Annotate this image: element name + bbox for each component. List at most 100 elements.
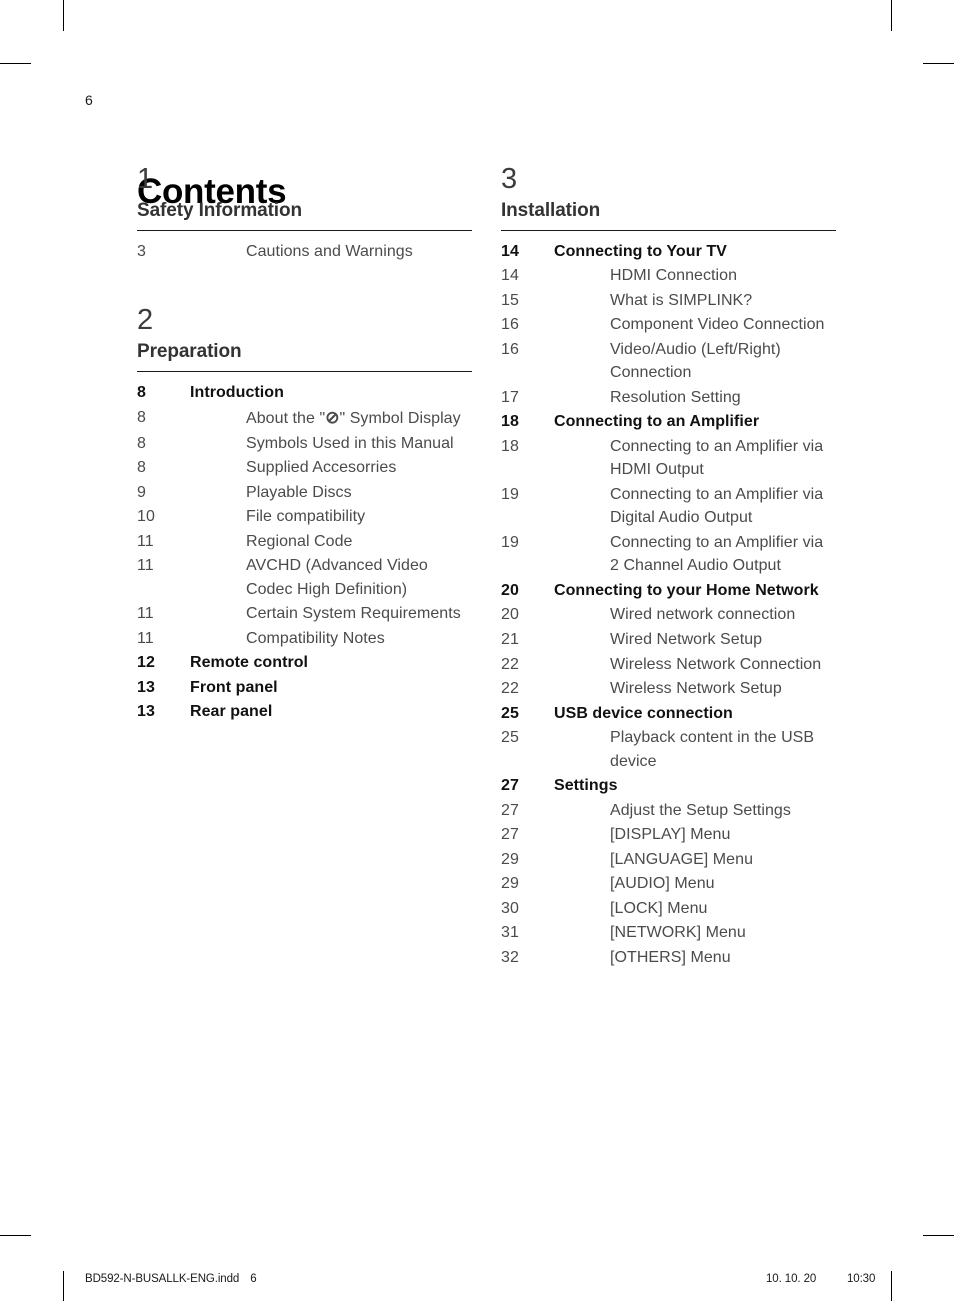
toc-entry-playable-discs[interactable]: 9 Playable Discs: [137, 481, 472, 505]
toc-entry-label: Wireless Network Setup: [610, 680, 782, 698]
toc-entry-page: 19: [501, 485, 519, 503]
toc-section-installation: 3 Installation 14 Connecting to Your TV 14 HD…: [501, 165, 836, 969]
toc-entry-page: 11: [137, 557, 154, 575]
page-folio-number: 6: [85, 92, 93, 108]
toc-column-left: 1 Safety Information 3 Cautions and Warning…: [137, 165, 472, 725]
toc-entry-label: Component Video Connection: [610, 316, 825, 334]
toc-entry-label: File compatibility: [246, 508, 366, 526]
toc-entry-connecting-to-an-amplifier-via-hdmi-outp[interactable]: 18 Connecting to an Amplifier via HDMI Ou…: [501, 435, 836, 482]
crop-mark-bottom-left-vertical: [63, 1271, 64, 1301]
toc-entry-resolution-setting[interactable]: 17 Resolution Setting: [501, 386, 836, 410]
toc-entry-wired-network-setup[interactable]: 21 Wired Network Setup: [501, 628, 836, 652]
toc-entry-page: 11: [137, 605, 154, 623]
toc-column-right: 3 Installation 14 Connecting to Your TV 14 HD…: [501, 165, 836, 970]
toc-entry-network-menu[interactable]: 31 [NETWORK] Menu: [501, 921, 836, 945]
toc-entry-label: Cautions and Warnings: [246, 242, 413, 260]
toc-entry-wireless-network-connection[interactable]: 22 Wireless Network Connection: [501, 653, 836, 677]
toc-entry-connecting-to-an-amplifier-via-digital-a[interactable]: 19 Connecting to an Amplifier via Digital…: [501, 483, 836, 530]
toc-entry-label: Connecting to an Amplifier via 2 Channel…: [610, 533, 824, 575]
toc-entry-page: 29: [501, 850, 519, 868]
toc-entry-usb-device-connection[interactable]: 25 USB device connection: [501, 702, 836, 726]
footer-filename: BD592-N-BUSALLK-ENG.indd 6: [85, 1273, 257, 1285]
toc-entry-label: Supplied Accesorries: [246, 459, 397, 477]
toc-entry-label: [NETWORK] Menu: [610, 924, 746, 942]
toc-entry-label: Connecting to an Amplifier: [554, 413, 760, 431]
toc-entry-label: [AUDIO] Menu: [610, 875, 715, 893]
section-number: 2: [137, 304, 153, 337]
toc-entry-audio-menu[interactable]: 29 [AUDIO] Menu: [501, 872, 836, 896]
toc-entry-compatibility-notes[interactable]: 11 Compatibility Notes: [137, 627, 472, 651]
crop-mark-top-right-vertical: [891, 0, 892, 31]
toc-entry-others-menu[interactable]: 32 [OTHERS] Menu: [501, 946, 836, 970]
toc-entry-label: Remote control: [190, 654, 309, 672]
toc-entry-label: Connecting to an Amplifier via HDMI Outp…: [610, 437, 824, 479]
toc-entry-page: 14: [501, 242, 519, 260]
toc-entry-page: 8: [137, 434, 146, 452]
toc-entry-language-menu[interactable]: 29 [LANGUAGE] Menu: [501, 848, 836, 872]
toc-entry-label: Wireless Network Connection: [610, 655, 822, 673]
toc-entry-rear-panel[interactable]: 13 Rear panel: [137, 700, 472, 724]
toc-entry-connecting-to-your-tv[interactable]: 14 Connecting to Your TV: [501, 240, 836, 264]
toc-entry-front-panel[interactable]: 13 Front panel: [137, 676, 472, 700]
toc-entry-about-the-symbol-display[interactable]: 8 About the "⊘" Symbol Display: [137, 406, 472, 431]
toc-entry-label: HDMI Connection: [610, 267, 738, 285]
toc-entry-label: Introduction: [190, 384, 284, 402]
toc-entry-page: 17: [501, 388, 519, 406]
toc-entry-what-is-simplink[interactable]: 15 What is SIMPLINK?: [501, 289, 836, 313]
toc-section-preparation: 2 Preparation 8 Introduction 8 About the "⊘" …: [137, 306, 472, 723]
toc-entry-page: 8: [137, 384, 146, 402]
toc-entry-page: 11: [137, 532, 154, 550]
footer-date: 10. 10. 20: [766, 1273, 817, 1285]
toc-entry-label: Wired Network Setup: [610, 631, 763, 648]
toc-entry-certain-system-requirements[interactable]: 11 Certain System Requirements: [137, 602, 472, 626]
toc-entry-file-compatibility[interactable]: 10 File compatibility: [137, 505, 472, 529]
toc-entry-wired-network-connection[interactable]: 20 Wired network connection: [501, 603, 836, 627]
footer-time: 10:30: [847, 1273, 876, 1285]
toc-entry-wireless-network-setup[interactable]: 22 Wireless Network Setup: [501, 677, 836, 701]
toc-entry-page: 27: [501, 777, 519, 795]
crop-mark-bottom-right-vertical: [891, 1271, 892, 1301]
toc-entry-page: 30: [501, 899, 519, 917]
toc-entry-connecting-to-your-home-network[interactable]: 20 Connecting to your Home Network: [501, 579, 836, 603]
section-divider: [137, 371, 472, 373]
toc-entry-video-audio-left-right-connection[interactable]: 16 Video/Audio (Left/Right) Connection: [501, 338, 836, 385]
toc-entry-component-video-connection[interactable]: 16 Component Video Connection: [501, 313, 836, 337]
toc-entry-label: USB device connection: [554, 704, 733, 722]
toc-entry-label: Adjust the Setup Settings: [610, 801, 791, 819]
toc-entry-page: 11: [137, 629, 154, 647]
toc-entry-settings[interactable]: 27 Settings: [501, 774, 836, 798]
toc-entry-introduction[interactable]: 8 Introduction: [137, 381, 472, 405]
toc-entry-page: 3: [137, 242, 146, 260]
toc-entry-page: 25: [501, 704, 519, 722]
toc-entry-page: 8: [137, 459, 146, 477]
toc-entry-adjust-the-setup-settings[interactable]: 27 Adjust the Setup Settings: [501, 799, 836, 823]
toc-entry-page: 14: [501, 267, 519, 285]
section-divider: [137, 229, 472, 231]
toc-entry-label: About the "⊘" Symbol Display: [246, 407, 461, 427]
toc-entry-label: Regional Code: [246, 532, 353, 550]
toc-section-safety-information: 1 Safety Information 3 Cautions and Warning…: [137, 165, 472, 263]
footer-filename-text: BD592-N-BUSALLK-ENG.indd: [85, 1273, 240, 1285]
toc-entry-label: [LOCK] Menu: [610, 899, 708, 917]
toc-entry-page: 19: [501, 533, 519, 551]
toc-entry-supplied-accesorries[interactable]: 8 Supplied Accesorries: [137, 456, 472, 480]
toc-entry-avchd-advanced-video-codec-high-definiti[interactable]: 11 AVCHD (Advanced Video Codec High Defin…: [137, 554, 472, 601]
crop-mark-bottom-right-horizontal: [923, 1235, 954, 1236]
toc-entry-label: Connecting to Your TV: [554, 242, 727, 260]
toc-entry-display-menu[interactable]: 27 [DISPLAY] Menu: [501, 823, 836, 847]
toc-entry-regional-code[interactable]: 11 Regional Code: [137, 530, 472, 554]
toc-entry-page: 13: [137, 678, 155, 696]
toc-entry-label: [DISPLAY] Menu: [610, 826, 731, 844]
toc-entry-connecting-to-an-amplifier[interactable]: 18 Connecting to an Amplifier: [501, 410, 836, 434]
toc-entry-symbols-used-in-this-manual[interactable]: 8 Symbols Used in this Manual: [137, 432, 472, 456]
toc-entry-label: What is SIMPLINK?: [610, 291, 753, 309]
toc-entry-cautions-and-warnings[interactable]: 3 Cautions and Warnings: [137, 240, 472, 264]
toc-entry-hdmi-connection[interactable]: 14 HDMI Connection: [501, 264, 836, 288]
toc-entry-lock-menu[interactable]: 30 [LOCK] Menu: [501, 897, 836, 921]
toc-entry-label: AVCHD (Advanced Video Codec High Definit…: [246, 557, 428, 598]
toc-entry-connecting-to-an-amplifier-via-2-channel[interactable]: 19 Connecting to an Amplifier via 2 Chann…: [501, 531, 836, 578]
toc-entry-page: 31: [501, 924, 519, 942]
section-number: 1: [137, 163, 153, 195]
toc-entry-remote-control[interactable]: 12 Remote control: [137, 651, 472, 675]
toc-entry-playback-content-in-the-usb-device[interactable]: 25 Playback content in the USB device: [501, 726, 836, 773]
